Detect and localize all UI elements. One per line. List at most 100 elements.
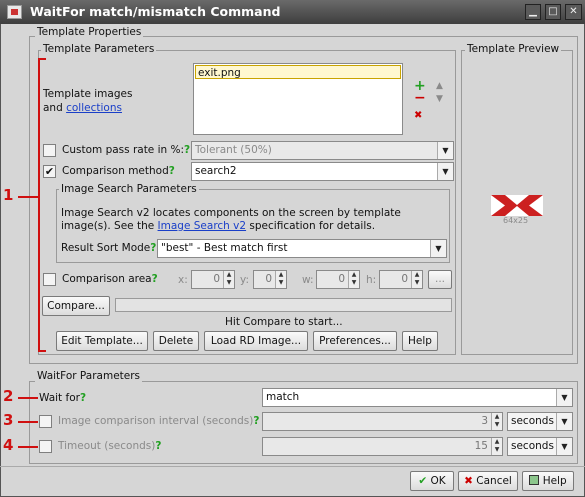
timeout-label: Timeout (seconds) xyxy=(58,440,156,452)
annotation-line xyxy=(18,397,38,399)
spinner-arrows-icon: ▲ ▼ xyxy=(411,271,422,288)
help-book-icon xyxy=(529,475,540,485)
annotation-line xyxy=(18,421,38,423)
compare-progress-bar xyxy=(115,298,452,312)
comparison-area-label: Comparison area xyxy=(62,273,152,285)
h-label: h: xyxy=(366,274,377,286)
help-icon[interactable]: ? xyxy=(152,273,158,285)
comparison-method-checkbox[interactable]: ✔ xyxy=(43,165,56,178)
chevron-down-icon: ▼ xyxy=(437,142,453,159)
spinner-arrows-icon: ▲ ▼ xyxy=(223,271,234,288)
result-sort-label: Result Sort Mode xyxy=(61,242,151,254)
interval-spinner[interactable]: 3 ▲ ▼ xyxy=(262,412,503,431)
wait-for-label: Wait for xyxy=(39,392,80,404)
template-preview-size: 64x25 xyxy=(503,216,529,225)
annotation-number: 1 xyxy=(3,186,14,204)
waitfor-parameters-legend: WaitFor Parameters xyxy=(35,370,143,382)
image-search-legend: Image Search Parameters xyxy=(59,183,199,195)
custom-pass-rate-label: Custom pass rate in %: xyxy=(62,144,185,156)
chevron-down-icon: ▼ xyxy=(430,240,446,257)
edit-template-button[interactable]: Edit Template... xyxy=(56,331,148,351)
y-label: y: xyxy=(240,274,249,286)
check-icon: ✔ xyxy=(418,475,428,487)
comparison-area-checkbox[interactable] xyxy=(43,273,56,286)
interval-unit-select[interactable]: seconds ▼ xyxy=(507,412,573,431)
window-title: WaitFor match/mismatch Command xyxy=(30,4,281,19)
help-button[interactable]: Help xyxy=(402,331,438,351)
help-icon[interactable]: ? xyxy=(155,440,161,452)
preferences-button[interactable]: Preferences... xyxy=(313,331,397,351)
list-item[interactable]: exit.png xyxy=(195,65,401,79)
w-label: w: xyxy=(302,274,314,286)
footer-help-button[interactable]: Help xyxy=(522,471,574,491)
delete-icon[interactable]: ✖ xyxy=(414,110,422,121)
chevron-down-icon: ▼ xyxy=(556,413,572,430)
remove-icon[interactable]: − xyxy=(414,91,426,105)
annotation-number: 4 xyxy=(3,436,14,454)
help-icon[interactable]: ? xyxy=(184,144,190,156)
template-preview-legend: Template Preview xyxy=(465,43,562,55)
compare-status-text: Hit Compare to start... xyxy=(225,316,343,328)
chevron-down-icon: ▼ xyxy=(556,389,572,406)
image-search-description-2: image(s). See the xyxy=(61,220,158,232)
comparison-method-label: Comparison method xyxy=(62,165,169,177)
cancel-icon: ✖ xyxy=(464,475,473,487)
template-properties-legend: Template Properties xyxy=(35,26,144,38)
annotation-number: 3 xyxy=(3,411,14,429)
annotation-bracket xyxy=(38,58,40,352)
annotation-line xyxy=(18,446,38,448)
annotation-number: 2 xyxy=(3,387,14,405)
spinner-arrows-icon: ▲ ▼ xyxy=(491,413,502,430)
chevron-down-icon: ▼ xyxy=(556,438,572,455)
x-spinner[interactable]: 0 ▲ ▼ xyxy=(191,270,235,289)
close-icon[interactable]: ✕ xyxy=(565,4,582,20)
comparison-method-select[interactable]: search2 ▼ xyxy=(191,162,454,181)
template-preview-image xyxy=(491,195,543,216)
wait-for-select[interactable]: match ▼ xyxy=(262,388,573,407)
interval-label: Image comparison interval (seconds) xyxy=(58,415,254,427)
title-bar[interactable]: WaitFor match/mismatch Command xyxy=(0,0,585,24)
minimize-icon[interactable]: ▁ xyxy=(525,4,541,20)
template-parameters-legend: Template Parameters xyxy=(41,43,157,55)
move-down-icon[interactable]: ▼ xyxy=(436,94,443,104)
timeout-spinner[interactable]: 15 ▲ ▼ xyxy=(262,437,503,456)
image-search-description: Image Search v2 locates components on th… xyxy=(61,207,401,219)
help-icon[interactable]: ? xyxy=(253,415,259,427)
custom-pass-rate-checkbox[interactable] xyxy=(43,144,56,157)
x-label: x: xyxy=(178,274,188,286)
move-up-icon[interactable]: ▲ xyxy=(436,81,443,91)
template-images-label: Template images xyxy=(43,88,133,100)
maximize-icon[interactable]: □ xyxy=(545,4,561,20)
spinner-arrows-icon: ▲ ▼ xyxy=(491,438,502,455)
load-rd-image-button[interactable]: Load RD Image... xyxy=(204,331,308,351)
spinner-arrows-icon: ▲ ▼ xyxy=(348,271,359,288)
collections-link[interactable]: collections xyxy=(66,102,122,114)
footer-divider xyxy=(0,466,585,467)
timeout-checkbox[interactable] xyxy=(39,440,52,453)
chevron-down-icon: ▼ xyxy=(437,163,453,180)
ok-button[interactable]: ✔ OK xyxy=(410,471,454,491)
app-icon xyxy=(7,5,22,19)
help-icon[interactable]: ? xyxy=(169,165,175,177)
annotation-line xyxy=(18,196,40,198)
and-label: and xyxy=(43,102,63,114)
result-sort-select[interactable]: "best" - Best match first ▼ xyxy=(157,239,447,258)
y-spinner[interactable]: 0 ▲ ▼ xyxy=(253,270,287,289)
help-icon[interactable]: ? xyxy=(150,242,156,254)
w-spinner[interactable]: 0 ▲ ▼ xyxy=(316,270,360,289)
timeout-unit-select[interactable]: seconds ▼ xyxy=(507,437,573,456)
h-spinner[interactable]: 0 ▲ ▼ xyxy=(379,270,423,289)
cancel-button[interactable]: ✖ Cancel xyxy=(458,471,518,491)
interval-checkbox[interactable] xyxy=(39,415,52,428)
spinner-arrows-icon: ▲ ▼ xyxy=(275,271,286,288)
image-search-link[interactable]: Image Search v2 xyxy=(158,220,247,232)
image-search-description-3: specification for details. xyxy=(246,220,376,232)
pass-rate-select[interactable]: Tolerant (50%) ▼ xyxy=(191,141,454,160)
comparison-area-picker-button[interactable]: ... xyxy=(428,270,452,289)
annotation-bracket xyxy=(38,350,46,352)
annotation-bracket xyxy=(38,58,46,60)
template-image-list[interactable]: exit.png xyxy=(193,63,403,135)
delete-button[interactable]: Delete xyxy=(153,331,199,351)
compare-button[interactable]: Compare... xyxy=(42,296,110,316)
help-icon[interactable]: ? xyxy=(80,392,86,404)
